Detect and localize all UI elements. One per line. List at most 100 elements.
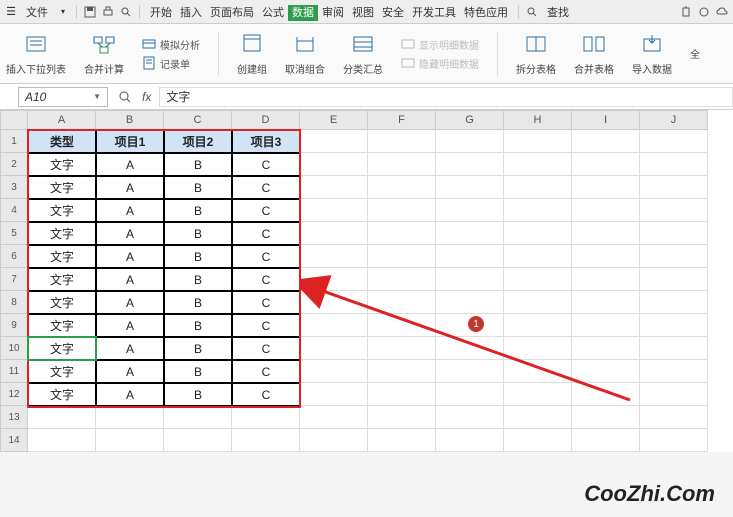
cell[interactable] xyxy=(436,268,504,291)
cell[interactable] xyxy=(436,291,504,314)
menu-tab-6[interactable]: 视图 xyxy=(348,5,378,21)
save-icon[interactable] xyxy=(83,5,97,19)
column-header[interactable]: F xyxy=(368,110,436,130)
cell[interactable] xyxy=(368,199,436,222)
cell[interactable] xyxy=(504,176,572,199)
cell[interactable] xyxy=(300,222,368,245)
cell[interactable]: 类型 xyxy=(28,130,96,153)
cell[interactable]: 项目1 xyxy=(96,130,164,153)
cell[interactable] xyxy=(572,360,640,383)
cell[interactable]: A xyxy=(96,337,164,360)
cell[interactable]: 文字 xyxy=(28,153,96,176)
formula-input[interactable]: 文字 xyxy=(159,87,733,107)
cell[interactable] xyxy=(300,245,368,268)
cell[interactable] xyxy=(436,153,504,176)
row-header[interactable]: 9 xyxy=(0,314,28,337)
cell[interactable]: C xyxy=(232,222,300,245)
cell[interactable] xyxy=(300,337,368,360)
cell[interactable] xyxy=(368,360,436,383)
row-header[interactable]: 2 xyxy=(0,153,28,176)
cell[interactable]: C xyxy=(232,153,300,176)
cell[interactable] xyxy=(572,383,640,406)
cell[interactable] xyxy=(640,199,708,222)
menu-icon[interactable]: ☰ xyxy=(4,5,18,19)
cell[interactable] xyxy=(368,268,436,291)
ribbon-group-create[interactable]: 创建组 xyxy=(237,31,267,76)
cell[interactable]: 文字 xyxy=(28,383,96,406)
cell[interactable]: 文字 xyxy=(28,245,96,268)
cell[interactable]: B xyxy=(164,291,232,314)
cell[interactable] xyxy=(368,153,436,176)
row-header[interactable]: 3 xyxy=(0,176,28,199)
cell[interactable] xyxy=(368,176,436,199)
cell[interactable] xyxy=(504,130,572,153)
cell[interactable] xyxy=(436,429,504,452)
cloud-icon[interactable] xyxy=(715,5,729,19)
cell[interactable]: 项目2 xyxy=(164,130,232,153)
cell[interactable]: A xyxy=(96,268,164,291)
row-header[interactable]: 6 xyxy=(0,245,28,268)
cell[interactable] xyxy=(504,337,572,360)
cell[interactable] xyxy=(368,130,436,153)
cell[interactable]: B xyxy=(164,199,232,222)
cell[interactable] xyxy=(640,245,708,268)
cell[interactable] xyxy=(640,130,708,153)
cell[interactable] xyxy=(28,429,96,452)
cell[interactable]: 文字 xyxy=(28,360,96,383)
cell[interactable] xyxy=(28,406,96,429)
column-header[interactable]: I xyxy=(572,110,640,130)
cell[interactable] xyxy=(300,130,368,153)
cell[interactable]: A xyxy=(96,245,164,268)
ribbon-import[interactable]: 导入数据 xyxy=(632,31,672,76)
column-header[interactable]: J xyxy=(640,110,708,130)
row-header[interactable]: 8 xyxy=(0,291,28,314)
cell[interactable]: A xyxy=(96,153,164,176)
settings-icon[interactable] xyxy=(697,5,711,19)
ribbon-subtotal[interactable]: 分类汇总 xyxy=(343,31,383,76)
cell[interactable] xyxy=(368,337,436,360)
row-header[interactable]: 13 xyxy=(0,406,28,429)
cell[interactable]: 项目3 xyxy=(232,130,300,153)
cell[interactable] xyxy=(572,314,640,337)
column-header[interactable]: G xyxy=(436,110,504,130)
cell[interactable]: 文字 xyxy=(28,314,96,337)
file-dropdown-icon[interactable]: ▾ xyxy=(56,5,70,19)
cell[interactable]: 文字 xyxy=(28,222,96,245)
row-header[interactable]: 4 xyxy=(0,199,28,222)
cell[interactable] xyxy=(164,429,232,452)
cell[interactable]: A xyxy=(96,314,164,337)
cell[interactable] xyxy=(436,245,504,268)
column-header[interactable]: H xyxy=(504,110,572,130)
cell[interactable]: C xyxy=(232,199,300,222)
select-all-corner[interactable] xyxy=(0,110,28,130)
cell[interactable]: 文字 xyxy=(28,268,96,291)
cell[interactable] xyxy=(504,199,572,222)
name-box[interactable]: A10 ▼ xyxy=(18,87,108,107)
cell[interactable]: B xyxy=(164,176,232,199)
ribbon-ungroup[interactable]: 取消组合 xyxy=(285,31,325,76)
menu-tab-3[interactable]: 公式 xyxy=(258,5,288,21)
cell[interactable]: B xyxy=(164,314,232,337)
cell[interactable]: C xyxy=(232,383,300,406)
ribbon-more[interactable]: 全 xyxy=(690,46,700,61)
cell[interactable]: C xyxy=(232,314,300,337)
cell[interactable] xyxy=(300,176,368,199)
column-header[interactable]: B xyxy=(96,110,164,130)
cell[interactable] xyxy=(504,291,572,314)
cell[interactable]: B xyxy=(164,360,232,383)
cell[interactable]: C xyxy=(232,337,300,360)
cell[interactable] xyxy=(368,314,436,337)
cell[interactable] xyxy=(572,291,640,314)
cell[interactable]: A xyxy=(96,176,164,199)
cell[interactable]: A xyxy=(96,199,164,222)
row-header[interactable]: 1 xyxy=(0,130,28,153)
cell[interactable] xyxy=(572,429,640,452)
cell[interactable] xyxy=(436,337,504,360)
cell[interactable]: C xyxy=(232,176,300,199)
ribbon-split-sheet[interactable]: 拆分表格 xyxy=(516,31,556,76)
cell[interactable]: C xyxy=(232,360,300,383)
cell[interactable] xyxy=(572,199,640,222)
cell[interactable] xyxy=(300,360,368,383)
cell[interactable] xyxy=(96,429,164,452)
cell[interactable] xyxy=(640,314,708,337)
